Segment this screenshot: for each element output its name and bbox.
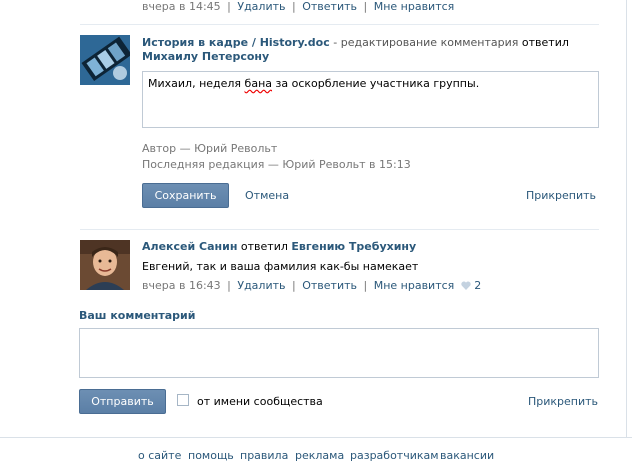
footer-link-about[interactable]: о сайте bbox=[138, 449, 181, 462]
page: вчера в 14:45 | Удалить | Ответить | Мне… bbox=[0, 0, 632, 471]
footer-link-rules[interactable]: правила bbox=[240, 449, 288, 462]
top-comment-meta: вчера в 14:45 | Удалить | Ответить | Мне… bbox=[142, 0, 454, 13]
divider bbox=[80, 229, 599, 230]
separator: | bbox=[292, 279, 296, 292]
delete-link[interactable]: Удалить bbox=[237, 279, 285, 292]
comment-meta: вчера в 16:43 | Удалить | Ответить | Мне… bbox=[142, 279, 481, 292]
footer-link-ads[interactable]: реклама bbox=[295, 449, 344, 462]
as-community-label[interactable]: от имени сообщества bbox=[197, 395, 323, 408]
group-avatar[interactable] bbox=[80, 35, 130, 85]
footer-link-developers[interactable]: разработчикам bbox=[350, 449, 439, 462]
divider bbox=[80, 24, 599, 25]
reply-link[interactable]: Ответить bbox=[302, 279, 357, 292]
group-title-link[interactable]: История в кадре / History.doc bbox=[142, 36, 330, 49]
as-community-checkbox[interactable] bbox=[177, 394, 189, 406]
footer-divider bbox=[0, 437, 632, 438]
separator: | bbox=[363, 0, 368, 13]
like-link[interactable]: Мне нравится bbox=[374, 0, 455, 13]
replied-word: ответил bbox=[240, 240, 288, 253]
user-avatar[interactable] bbox=[80, 240, 130, 290]
last-edit-line: Последняя редакция — Юрий Револьт в 15:1… bbox=[142, 158, 411, 171]
spellcheck-error-word: бана bbox=[244, 77, 273, 90]
attach-link[interactable]: Прикрепить bbox=[526, 189, 596, 202]
author-line: Автор — Юрий Револьт bbox=[142, 142, 278, 155]
heart-icon[interactable] bbox=[461, 281, 471, 290]
separator: | bbox=[227, 0, 231, 13]
footer: о сайте помощь правила реклама разработч… bbox=[0, 449, 632, 463]
cancel-link[interactable]: Отмена bbox=[245, 189, 289, 202]
replied-word: ответил bbox=[521, 36, 569, 49]
footer-link-jobs[interactable]: вакансии bbox=[440, 449, 494, 462]
save-button[interactable]: Сохранить bbox=[142, 183, 229, 208]
separator: | bbox=[227, 279, 231, 292]
attach-link[interactable]: Прикрепить bbox=[528, 395, 598, 408]
new-comment-textarea[interactable] bbox=[79, 328, 599, 378]
comment-author-link[interactable]: Алексей Санин bbox=[142, 240, 237, 253]
your-comment-label: Ваш комментарий bbox=[79, 309, 196, 322]
footer-link-help[interactable]: помощь bbox=[188, 449, 234, 462]
separator: | bbox=[363, 279, 368, 292]
send-button[interactable]: Отправить bbox=[79, 389, 166, 414]
delete-link[interactable]: Удалить bbox=[237, 0, 285, 13]
reply-link[interactable]: Ответить bbox=[302, 0, 357, 13]
edit-comment-text: Михаил, неделя бана за оскорбление участ… bbox=[148, 77, 480, 90]
comment-text: Евгений, так и ваша фамилия как-бы намек… bbox=[142, 260, 419, 273]
like-link[interactable]: Мне нравится bbox=[374, 279, 455, 292]
editing-status: - редактирование комментария bbox=[333, 36, 519, 49]
comment-time: вчера в 14:45 bbox=[142, 0, 221, 13]
reply-target-link[interactable]: Михаилу Петерсону bbox=[142, 50, 269, 63]
content-border bbox=[626, 0, 627, 437]
like-count[interactable]: 2 bbox=[474, 279, 481, 292]
edit-comment-header: История в кадре / History.doc - редактир… bbox=[142, 36, 612, 64]
separator: | bbox=[292, 0, 296, 13]
edit-comment-textarea[interactable]: Михаил, неделя бана за оскорбление участ… bbox=[142, 71, 599, 128]
comment-header: Алексей Санин ответил Евгению Требухину bbox=[142, 240, 612, 254]
comment-time: вчера в 16:43 bbox=[142, 279, 221, 292]
reply-target-link[interactable]: Евгению Требухину bbox=[291, 240, 416, 253]
